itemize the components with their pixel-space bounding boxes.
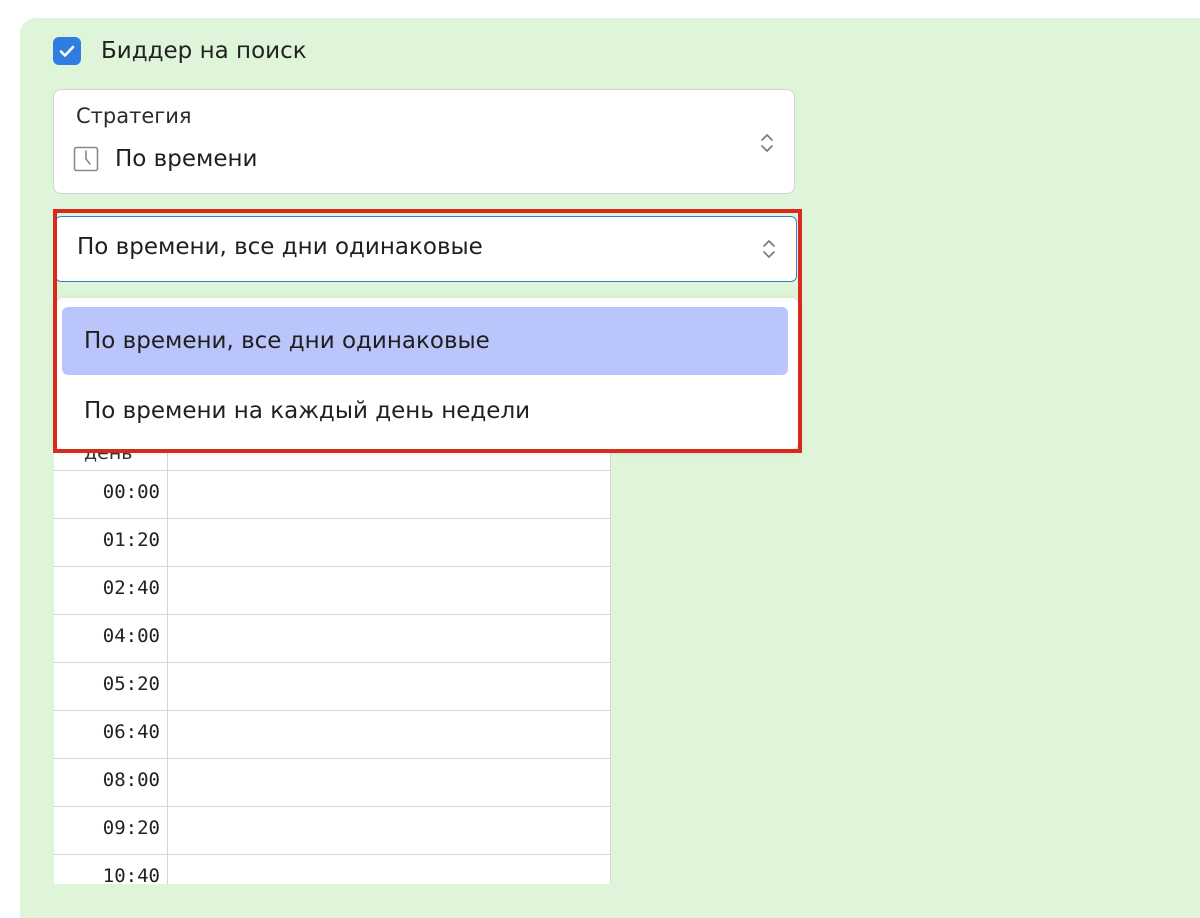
strategy-value-row: По времени <box>73 146 257 172</box>
dropdown-option-each-weekday[interactable]: По времени на каждый день недели <box>62 377 788 445</box>
time-cell: 09:20 <box>102 817 160 839</box>
bidder-checkbox[interactable] <box>53 37 81 65</box>
time-cell: 06:40 <box>102 721 160 743</box>
schedule-mode-value: По времени, все дни одинаковые <box>77 234 483 260</box>
table-row[interactable]: 02:40 <box>54 567 610 615</box>
time-cell: 08:00 <box>102 769 160 791</box>
bidder-checkbox-row[interactable]: Биддер на поиск <box>53 37 307 65</box>
schedule-mode-dropdown: По времени, все дни одинаковые По времен… <box>57 298 798 449</box>
table-row[interactable]: 05:20 <box>54 663 610 711</box>
time-cell: 04:00 <box>102 625 160 647</box>
table-row[interactable]: 09:20 <box>54 807 610 855</box>
table-row[interactable]: 06:40 <box>54 711 610 759</box>
clock-icon <box>73 146 99 172</box>
table-row[interactable]: 08:00 <box>54 759 610 807</box>
schedule-table: день 00:00 01:20 02:40 04:00 05:20 06:40… <box>54 444 611 884</box>
strategy-select[interactable]: Стратегия По времени <box>53 89 795 194</box>
table-row[interactable]: 01:20 <box>54 519 610 567</box>
time-cell: 01:20 <box>102 529 160 551</box>
time-cell: 00:00 <box>102 481 160 503</box>
schedule-mode-select[interactable]: По времени, все дни одинаковые <box>55 216 797 282</box>
table-row[interactable]: 10:40 <box>54 855 610 884</box>
dropdown-option-same-days[interactable]: По времени, все дни одинаковые <box>62 307 788 375</box>
strategy-value: По времени <box>115 146 258 172</box>
chevron-updown-icon <box>763 240 775 258</box>
table-row[interactable]: 04:00 <box>54 615 610 663</box>
time-cell: 02:40 <box>102 577 160 599</box>
table-row[interactable]: 00:00 <box>54 471 610 519</box>
time-cell: 05:20 <box>102 673 160 695</box>
checkmark-icon <box>59 45 75 57</box>
time-cell: 10:40 <box>102 865 160 884</box>
strategy-caption: Стратегия <box>76 104 192 128</box>
chevron-updown-icon <box>761 134 773 152</box>
bidder-checkbox-label[interactable]: Биддер на поиск <box>101 38 307 64</box>
